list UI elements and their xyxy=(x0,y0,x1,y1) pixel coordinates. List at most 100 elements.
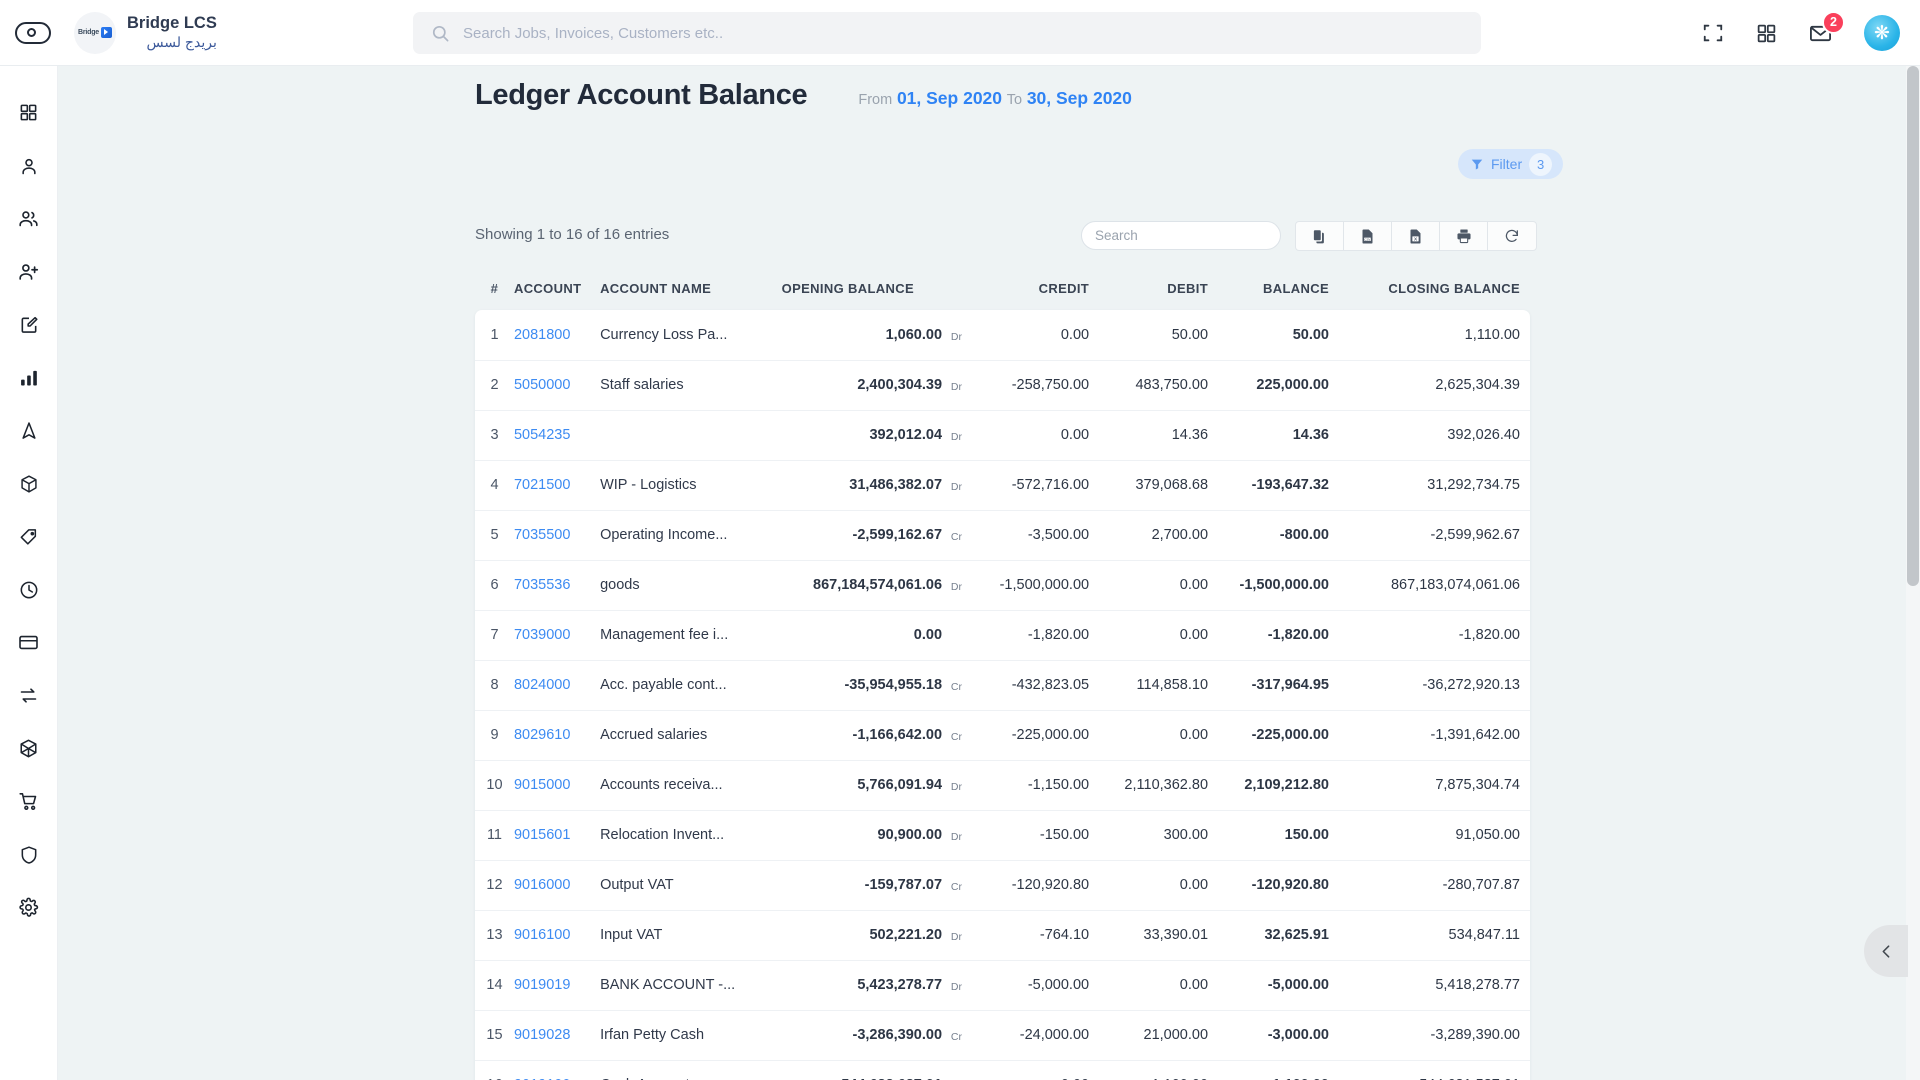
cell-account[interactable]: 9019019 xyxy=(513,960,601,1011)
dr-cr-indicator: Cr xyxy=(950,531,963,543)
account-link[interactable]: 7035536 xyxy=(514,577,570,593)
cell-account[interactable]: 7035536 xyxy=(513,560,601,611)
cell-credit: -150.00 xyxy=(964,810,1090,861)
col-header-debit[interactable]: DEBIT xyxy=(1089,269,1208,310)
table-row[interactable]: 9 8029610 Accrued salaries -1,166,642.00 Cr -… xyxy=(475,710,1530,761)
sidebar-item-edit[interactable] xyxy=(0,298,58,351)
account-link[interactable]: 9015000 xyxy=(514,777,570,793)
table-search[interactable] xyxy=(1081,221,1281,250)
table-row[interactable]: 5 7035500 Operating Income... -2,599,162.67… xyxy=(475,510,1530,561)
sidebar-item-profile[interactable] xyxy=(0,139,58,192)
table-row[interactable]: 8 8024000 Acc. payable cont... -35,954,955.… xyxy=(475,660,1530,711)
sidebar-item-reports[interactable] xyxy=(0,351,58,404)
account-link[interactable]: 9019028 xyxy=(514,1027,570,1043)
table-row[interactable]: 13 9016100 Input VAT 502,221.20 Dr -764.10 33,… xyxy=(475,910,1530,961)
excel-button[interactable]: X xyxy=(1392,222,1440,250)
sidebar-item-settings[interactable] xyxy=(0,881,58,934)
csv-button[interactable]: CSV xyxy=(1344,222,1392,250)
col-header-account-name[interactable]: ACCOUNT NAME xyxy=(600,269,779,310)
print-button[interactable] xyxy=(1440,222,1488,250)
account-link[interactable]: 5054235 xyxy=(514,427,570,443)
user-avatar[interactable]: ❋ xyxy=(1864,15,1900,51)
cell-account[interactable]: 8024000 xyxy=(513,660,601,711)
table-row[interactable]: 4 7021500 WIP - Logistics 31,486,382.07 Dr -5… xyxy=(475,460,1530,511)
col-header-account[interactable]: ACCOUNT xyxy=(514,269,600,310)
sidebar-item-transfers[interactable] xyxy=(0,669,58,722)
cell-account[interactable]: 2081800 xyxy=(513,310,601,361)
cell-account[interactable]: 9019100 xyxy=(514,1060,600,1080)
account-link[interactable]: 5050000 xyxy=(514,377,570,393)
cell-account[interactable]: 7021500 xyxy=(513,460,601,511)
sidebar-item-history[interactable] xyxy=(0,563,58,616)
table-row[interactable]: 169019100Cash Account-544,632,637.01Cr0.… xyxy=(475,1060,1530,1080)
refresh-button[interactable] xyxy=(1488,222,1536,250)
cell-account[interactable]: 9015000 xyxy=(513,760,601,811)
brand[interactable]: Bridge Bridge LCS بريدج لسس xyxy=(74,11,217,54)
account-link[interactable]: 2081800 xyxy=(514,327,570,343)
sidebar-item-packages[interactable] xyxy=(0,722,58,775)
from-date[interactable]: 01, Sep 2020 xyxy=(897,88,1002,108)
account-link[interactable]: 9016100 xyxy=(514,927,570,943)
table-row[interactable]: 7 7039000 Management fee i... 0.00 -1,820.00… xyxy=(475,610,1530,661)
apps-grid-icon[interactable] xyxy=(1756,23,1777,44)
filter-button[interactable]: Filter 3 xyxy=(1458,149,1564,179)
cell-opening-balance: 392,012.04 Dr xyxy=(779,410,965,461)
account-link[interactable]: 7039000 xyxy=(514,627,570,643)
sidebar-item-purchase[interactable] xyxy=(0,775,58,828)
sidebar-item-inventory[interactable] xyxy=(0,457,58,510)
cell-closing-balance: 1,110.00 xyxy=(1328,310,1530,361)
cell-account[interactable]: 9016100 xyxy=(513,910,601,961)
account-link[interactable]: 9015601 xyxy=(514,827,570,843)
table-row[interactable]: 12 9016000 Output VAT -159,787.07 Cr -120,920… xyxy=(475,860,1530,911)
cell-account[interactable]: 7039000 xyxy=(513,610,601,661)
cell-index: 11 xyxy=(475,810,514,861)
table-row[interactable]: 14 9019019 BANK ACCOUNT -... 5,423,278.77 Dr… xyxy=(475,960,1530,1011)
cell-closing-balance: 867,183,074,061.06 xyxy=(1328,560,1530,611)
table-row[interactable]: 6 7035536 goods 867,184,574,061.06 Dr -1,500,… xyxy=(475,560,1530,611)
cell-account[interactable]: 7035500 xyxy=(513,510,601,561)
table-row[interactable]: 11 9015601 Relocation Invent... 90,900.00 Dr… xyxy=(475,810,1530,861)
table-row[interactable]: 15 9019028 Irfan Petty Cash -3,286,390.00 Cr… xyxy=(475,1010,1530,1061)
col-header-opening-balance[interactable]: OPENING BALANCE xyxy=(779,269,964,310)
sidebar-item-navigation[interactable] xyxy=(0,404,58,457)
cell-account[interactable]: 5050000 xyxy=(513,360,601,411)
mail-icon[interactable]: 2 xyxy=(1809,10,1845,45)
global-search[interactable] xyxy=(413,12,1481,54)
account-link[interactable]: 7035500 xyxy=(514,527,570,543)
account-link[interactable]: 8024000 xyxy=(514,677,570,693)
sidebar-item-add-user[interactable] xyxy=(0,245,58,298)
cell-account[interactable]: 8029610 xyxy=(513,710,601,761)
table-row[interactable]: 1 2081800 Currency Loss Pa... 1,060.00 Dr 0.0… xyxy=(475,310,1530,361)
fullscreen-icon[interactable] xyxy=(1702,22,1724,44)
sidebar-item-tags[interactable] xyxy=(0,510,58,563)
search-input[interactable] xyxy=(463,24,1463,42)
sidebar-item-dashboard[interactable] xyxy=(0,86,58,139)
scrollbar-thumb[interactable] xyxy=(1907,66,1919,586)
cell-account[interactable]: 9016000 xyxy=(513,860,601,911)
cell-account-name: Relocation Invent... xyxy=(600,810,780,861)
side-panel-toggle[interactable] xyxy=(1864,925,1908,977)
account-link[interactable]: 9016000 xyxy=(514,877,570,893)
to-date[interactable]: 30, Sep 2020 xyxy=(1027,88,1132,108)
copy-button[interactable] xyxy=(1296,222,1344,250)
table-row[interactable]: 2 5050000 Staff salaries 2,400,304.39 Dr -258… xyxy=(475,360,1530,411)
col-header-credit[interactable]: CREDIT xyxy=(964,269,1089,310)
sidebar-item-security[interactable] xyxy=(0,828,58,881)
sidebar-item-customers[interactable] xyxy=(0,192,58,245)
cell-account[interactable]: 9015601 xyxy=(513,810,601,861)
col-header-closing-balance[interactable]: CLOSING BALANCE xyxy=(1329,269,1530,310)
cell-balance: 150.00 xyxy=(1208,810,1329,861)
cell-account[interactable]: 9019028 xyxy=(513,1010,601,1061)
table-row[interactable]: 3 5054235 392,012.04 Dr 0.00 14.36 14.36 392,02… xyxy=(475,410,1530,461)
account-link[interactable]: 7021500 xyxy=(514,477,570,493)
account-link[interactable]: 8029610 xyxy=(514,727,570,743)
col-header-index[interactable]: # xyxy=(475,269,514,310)
sidebar-item-payments[interactable] xyxy=(0,616,58,669)
table-search-input[interactable] xyxy=(1095,222,1267,249)
account-link[interactable]: 9019019 xyxy=(514,977,570,993)
col-header-balance[interactable]: BALANCE xyxy=(1208,269,1329,310)
sidebar-collapse-toggle[interactable] xyxy=(15,21,51,44)
cell-account[interactable]: 5054235 xyxy=(513,410,601,461)
table-row[interactable]: 10 9015000 Accounts receiva... 5,766,091.94… xyxy=(475,760,1530,811)
page-scrollbar[interactable] xyxy=(1906,66,1920,1080)
